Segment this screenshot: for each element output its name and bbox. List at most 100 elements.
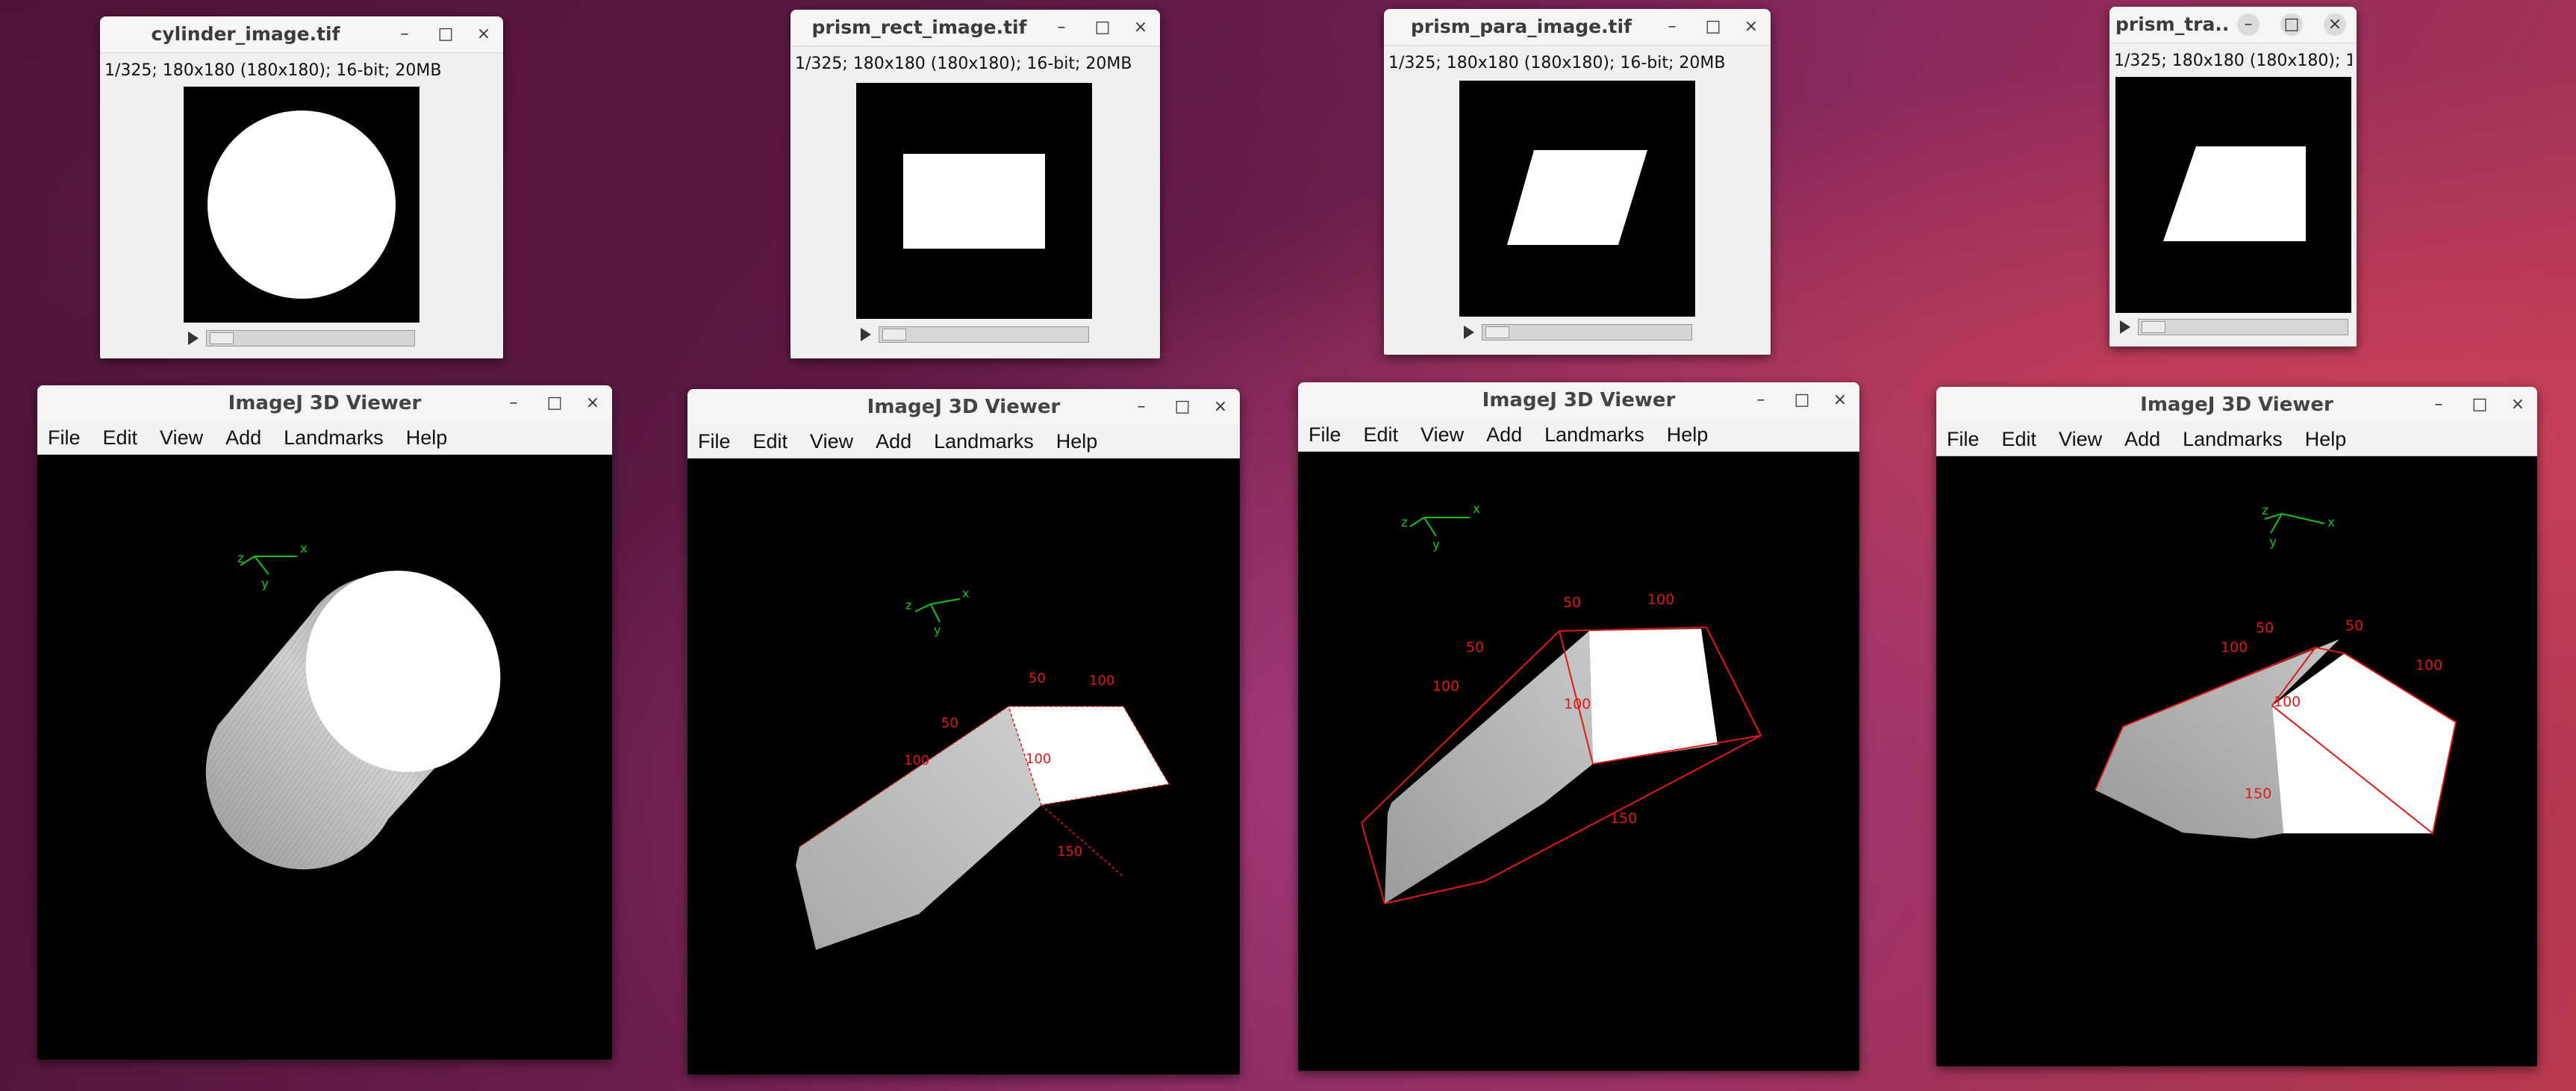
3d-canvas[interactable]: x y z 50 100 50 100 100 150: [687, 459, 1240, 1075]
close-icon[interactable]: ×: [1742, 18, 1760, 36]
maximize-icon[interactable]: □: [1173, 398, 1191, 416]
axes-gizmo: [1409, 517, 1470, 537]
window-title: prism_rect_image.tif: [811, 16, 1027, 38]
title-bar[interactable]: ImageJ 3D Viewer – □ ×: [1936, 387, 2537, 423]
menu-add[interactable]: Add: [225, 421, 261, 450]
play-icon[interactable]: [861, 328, 871, 341]
maximize-icon[interactable]: □: [1704, 18, 1722, 36]
slice-scrollbar[interactable]: [2120, 317, 2348, 337]
slice-scrollbar[interactable]: [861, 325, 1089, 344]
title-bar[interactable]: ImageJ 3D Viewer – □ ×: [1298, 382, 1859, 419]
viewer-window-1[interactable]: ImageJ 3D Viewer – □ × File Edit View Add La…: [37, 385, 612, 1060]
bbox-label: 100: [1564, 696, 1591, 712]
menu-view[interactable]: View: [160, 421, 203, 450]
bbox-label: 100: [904, 753, 929, 768]
menu-view[interactable]: View: [2059, 423, 2102, 451]
maximize-icon[interactable]: □: [2471, 396, 2489, 414]
play-icon[interactable]: [188, 332, 199, 345]
scroll-thumb[interactable]: [1485, 326, 1509, 338]
3d-canvas[interactable]: x y z 50 100 50 100 100 150: [1298, 452, 1859, 1071]
menu-add[interactable]: Add: [876, 425, 911, 453]
3d-canvas[interactable]: x y z: [37, 455, 612, 1060]
scroll-track[interactable]: [206, 330, 415, 346]
viewer-window-3[interactable]: ImageJ 3D Viewer – □ × File Edit View Add La…: [1298, 382, 1859, 1071]
close-icon[interactable]: ×: [1132, 19, 1150, 37]
3d-canvas[interactable]: x y z 50 100 50 100 100 150: [1936, 456, 2537, 1066]
minimize-icon[interactable]: –: [2430, 396, 2448, 414]
scroll-track[interactable]: [1482, 324, 1692, 341]
image-canvas[interactable]: [2115, 77, 2351, 313]
title-bar[interactable]: prism_tra... – □ ×: [2109, 7, 2357, 43]
title-bar[interactable]: prism_para_image.tif – □ ×: [1384, 9, 1771, 46]
minimize-icon[interactable]: –: [1752, 391, 1770, 409]
axis-y-label: y: [934, 623, 941, 637]
minimize-icon[interactable]: –: [396, 25, 414, 43]
image-canvas[interactable]: [856, 83, 1092, 319]
menu-help[interactable]: Help: [1056, 425, 1098, 453]
close-icon[interactable]: ×: [2324, 13, 2346, 36]
scroll-track[interactable]: [879, 326, 1089, 343]
menu-help[interactable]: Help: [406, 421, 448, 450]
slice-scrollbar[interactable]: [1464, 323, 1692, 342]
title-bar[interactable]: ImageJ 3D Viewer – □ ×: [687, 389, 1240, 426]
play-icon[interactable]: [2120, 320, 2130, 334]
maximize-icon[interactable]: □: [2280, 13, 2303, 36]
menu-help[interactable]: Help: [1667, 418, 1709, 447]
close-icon[interactable]: ×: [1831, 391, 1849, 409]
menu-edit[interactable]: Edit: [2002, 423, 2037, 451]
viewer-window-2[interactable]: ImageJ 3D Viewer – □ × File Edit View Add La…: [687, 389, 1240, 1075]
image-canvas[interactable]: [1459, 81, 1695, 317]
menu-view[interactable]: View: [1420, 418, 1464, 447]
menu-view[interactable]: View: [810, 425, 853, 453]
stack-window-prism-trap[interactable]: prism_tra... – □ × 1/325; 180x180 (180x1…: [2109, 7, 2357, 346]
menu-add[interactable]: Add: [1486, 418, 1522, 447]
menu-edit[interactable]: Edit: [103, 421, 138, 450]
close-icon[interactable]: ×: [584, 394, 602, 412]
menu-landmarks[interactable]: Landmarks: [1544, 418, 1644, 447]
menu-edit[interactable]: Edit: [1364, 418, 1399, 447]
title-bar[interactable]: cylinder_image.tif – □ ×: [100, 16, 503, 53]
minimize-icon[interactable]: –: [1132, 398, 1150, 416]
menu-file[interactable]: File: [48, 421, 81, 450]
bbox-label: 100: [2274, 694, 2301, 710]
menu-help[interactable]: Help: [2305, 423, 2347, 451]
bbox-label: 50: [2345, 618, 2363, 634]
scroll-track[interactable]: [2138, 319, 2348, 335]
minimize-icon[interactable]: –: [1052, 19, 1070, 37]
title-bar[interactable]: ImageJ 3D Viewer – □ ×: [37, 385, 612, 422]
stack-window-prism-para[interactable]: prism_para_image.tif – □ × 1/325; 180x18…: [1384, 9, 1771, 355]
title-bar[interactable]: prism_rect_image.tif – □ ×: [790, 10, 1160, 46]
viewer-window-4[interactable]: ImageJ 3D Viewer – □ × File Edit View Add La…: [1936, 387, 2537, 1066]
menu-file[interactable]: File: [1309, 418, 1341, 447]
maximize-icon[interactable]: □: [546, 394, 564, 412]
scroll-thumb[interactable]: [2142, 321, 2165, 333]
bbox-label: 100: [1026, 751, 1051, 767]
image-canvas[interactable]: [184, 87, 420, 323]
stack-window-cylinder[interactable]: cylinder_image.tif – □ × 1/325; 180x180 …: [100, 16, 503, 358]
stack-window-prism-rect[interactable]: prism_rect_image.tif – □ × 1/325; 180x18…: [790, 10, 1160, 358]
scroll-thumb[interactable]: [882, 329, 906, 341]
menu-edit[interactable]: Edit: [753, 425, 788, 453]
close-icon[interactable]: ×: [1211, 398, 1229, 416]
menu-file[interactable]: File: [698, 425, 731, 453]
menu-landmarks[interactable]: Landmarks: [934, 425, 1034, 453]
axis-z-label: z: [1401, 515, 1408, 530]
maximize-icon[interactable]: □: [1094, 19, 1111, 37]
menu-add[interactable]: Add: [2124, 423, 2160, 451]
close-icon[interactable]: ×: [475, 25, 493, 43]
maximize-icon[interactable]: □: [1793, 391, 1811, 409]
close-icon[interactable]: ×: [2509, 396, 2527, 414]
menu-landmarks[interactable]: Landmarks: [2183, 423, 2283, 451]
slice-scrollbar[interactable]: [188, 329, 415, 348]
menu-file[interactable]: File: [1947, 423, 1980, 451]
minimize-icon[interactable]: –: [1663, 18, 1681, 36]
bbox-label: 50: [2256, 620, 2274, 636]
maximize-icon[interactable]: □: [437, 25, 455, 43]
minimize-icon[interactable]: –: [505, 394, 523, 412]
minimize-icon[interactable]: –: [2237, 13, 2260, 36]
prism-para-slice-image: [1507, 150, 1647, 245]
play-icon[interactable]: [1464, 326, 1474, 339]
scroll-thumb[interactable]: [210, 332, 234, 344]
menu-landmarks[interactable]: Landmarks: [284, 421, 384, 450]
bbox-label: 150: [2245, 786, 2271, 802]
